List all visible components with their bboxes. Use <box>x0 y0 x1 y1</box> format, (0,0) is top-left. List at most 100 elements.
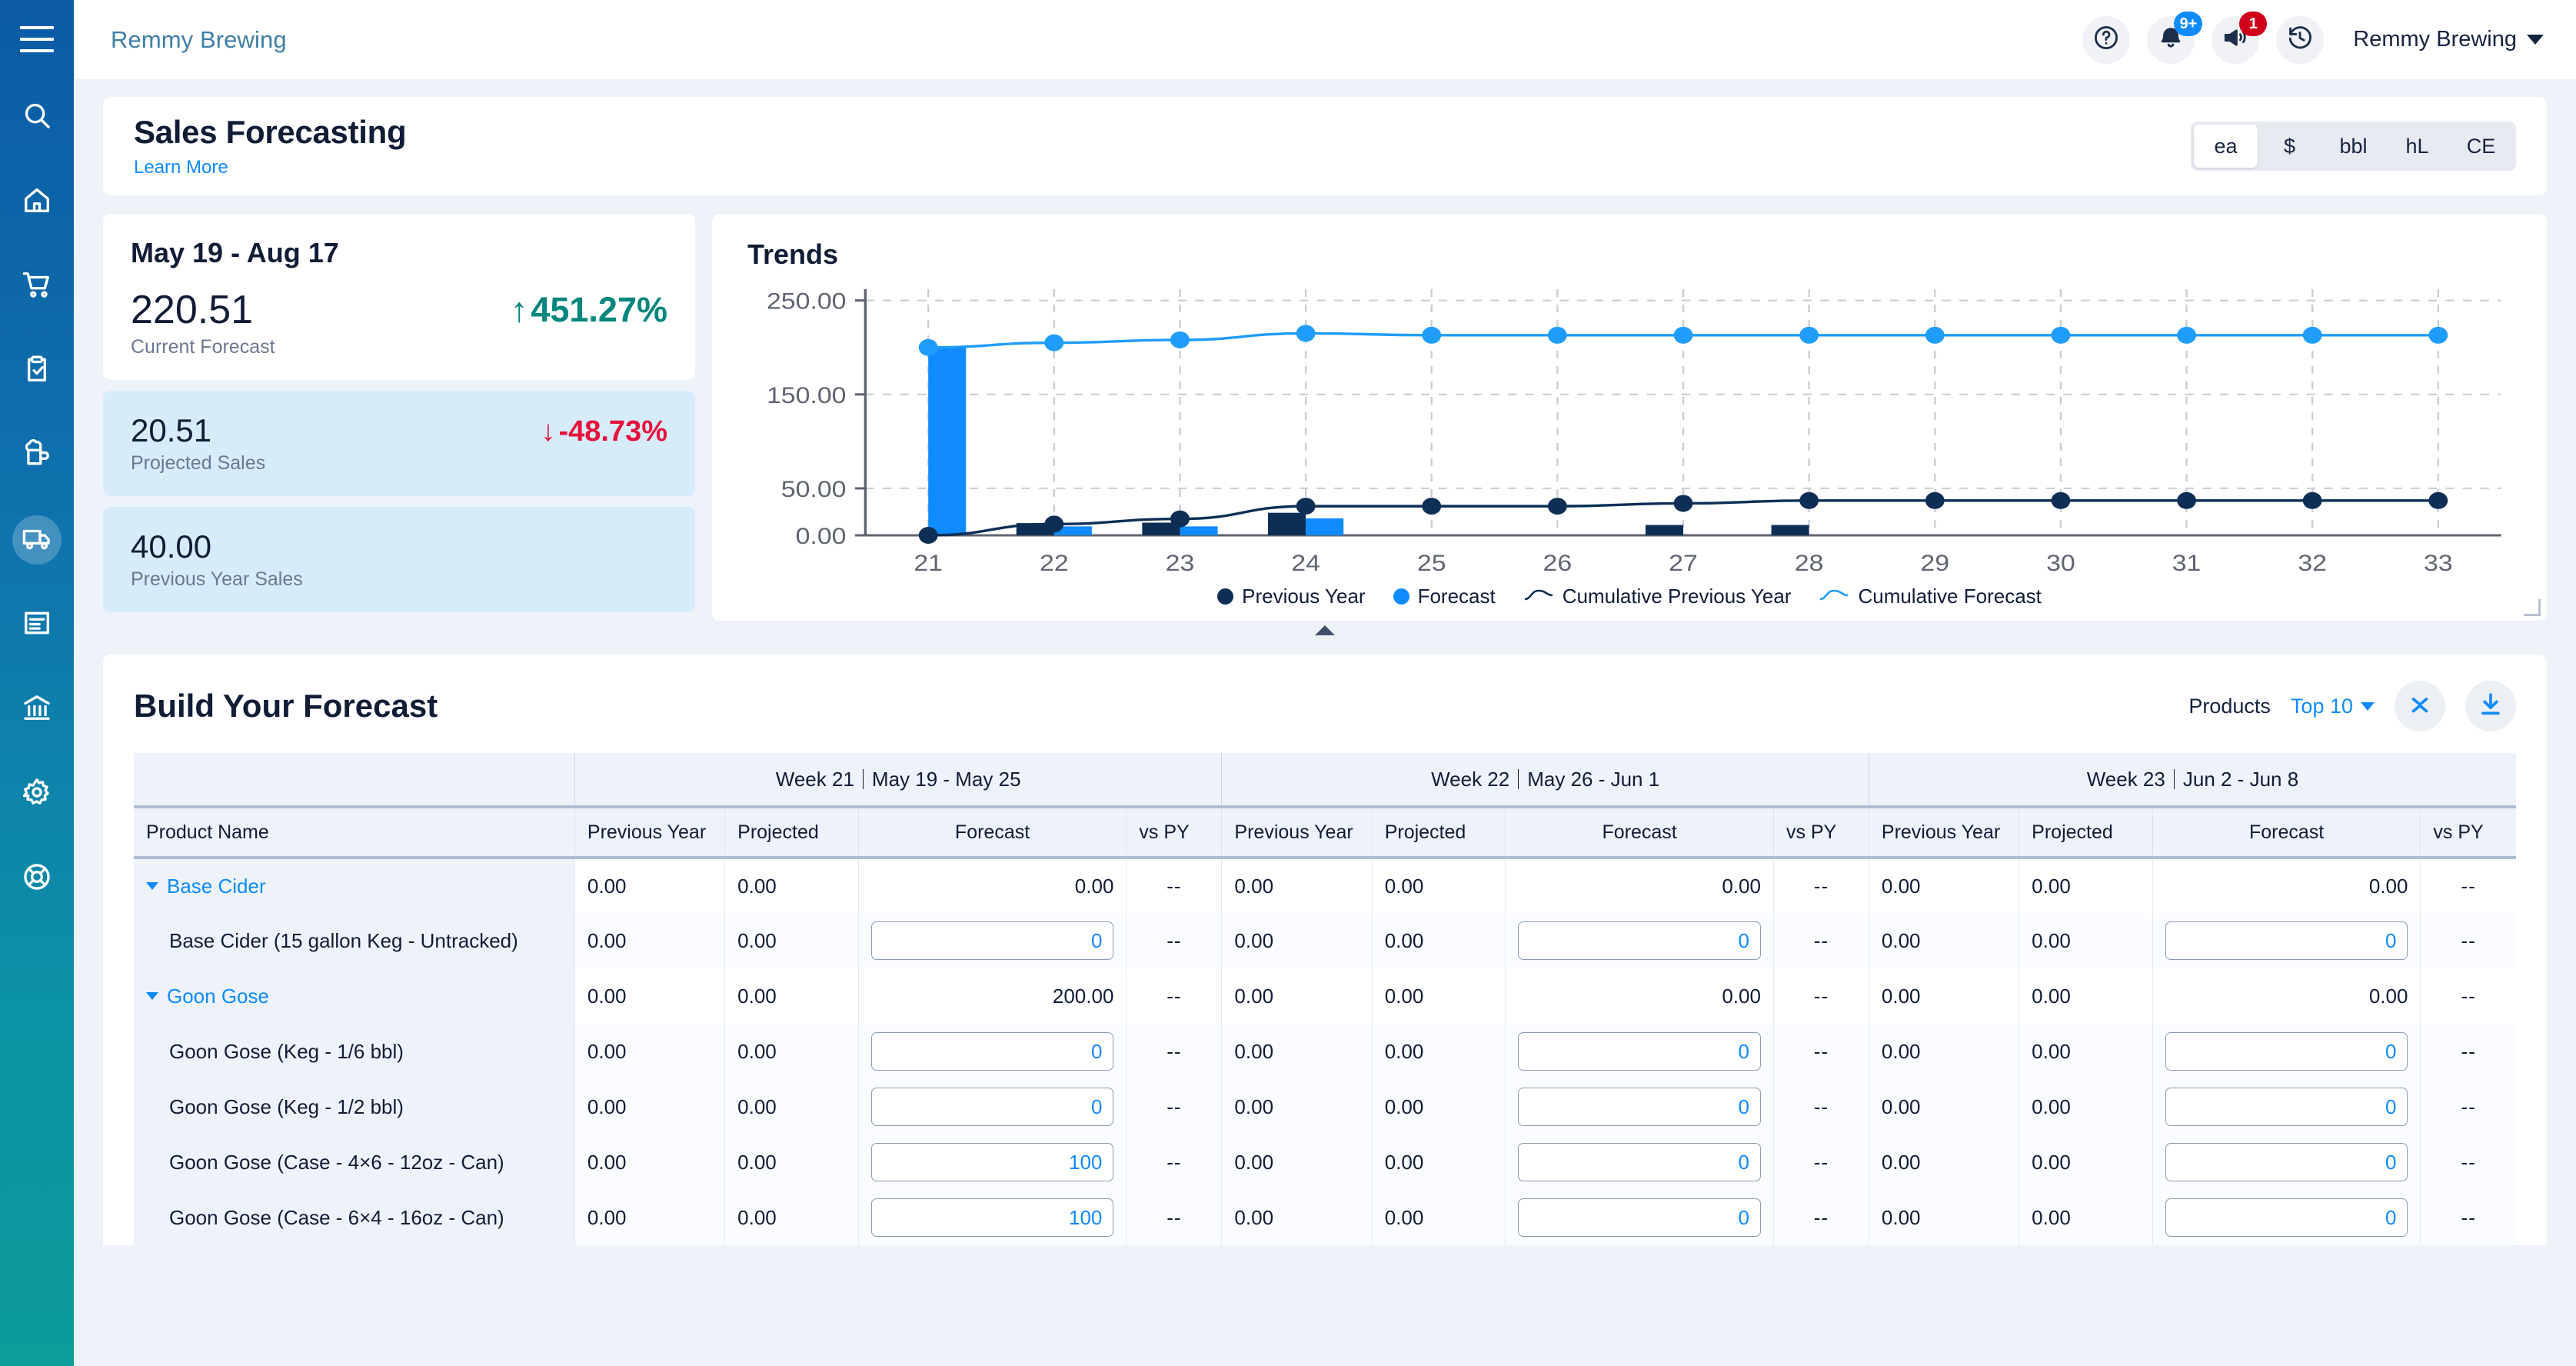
cell-w21-forecast[interactable] <box>857 913 1127 968</box>
notifications-button[interactable]: 9+ <box>2147 11 2203 64</box>
forecast-input-w23[interactable] <box>2165 1032 2408 1071</box>
collapse-rows-button[interactable] <box>2395 681 2445 731</box>
sidebar-item-reports[interactable] <box>12 600 62 649</box>
account-menu[interactable]: Remmy Brewing <box>2353 27 2544 52</box>
forecast-input-w22[interactable] <box>1518 1088 1761 1126</box>
cell-w23-forecast: 0.00 <box>2152 968 2421 1024</box>
help-button[interactable] <box>2082 15 2131 64</box>
column-w22-vs-py[interactable]: vs PY <box>1772 805 1869 859</box>
cell-w23-forecast[interactable] <box>2152 913 2421 968</box>
column-w23-forecast[interactable]: Forecast <box>2152 805 2421 859</box>
cell-w22-previous-year: 0.00 <box>1221 1024 1373 1079</box>
top-filter-dropdown[interactable]: Top 10 <box>2291 695 2375 718</box>
cell-w22-forecast[interactable] <box>1505 1024 1774 1079</box>
trends-chart-card: Trends 0.00 50.00 150.00 250.00 21 22 23 24 25 26… <box>712 214 2547 621</box>
forecast-input-w22[interactable] <box>1518 1032 1761 1071</box>
product-group-name[interactable]: Goon Gose <box>134 968 575 1024</box>
forecast-input-w21[interactable] <box>870 1198 1114 1237</box>
sidebar-item-tasks[interactable] <box>12 346 62 395</box>
cell-w23-projected: 0.00 <box>2019 1190 2153 1245</box>
cell-w21-forecast[interactable] <box>857 1134 1127 1190</box>
column-w22-projected[interactable]: Projected <box>1371 805 1506 859</box>
legend-label-cumulative-previous-year: Cumulative Previous Year <box>1562 585 1792 608</box>
cell-w21-forecast[interactable] <box>857 1024 1127 1079</box>
column-w21-previous-year[interactable]: Previous Year <box>574 805 725 859</box>
cell-w23-forecast[interactable] <box>2152 1134 2421 1190</box>
learn-more-link[interactable]: Learn More <box>134 157 406 178</box>
column-w22-previous-year[interactable]: Previous Year <box>1221 805 1373 859</box>
forecast-input-w23[interactable] <box>2165 921 2408 960</box>
forecast-input-w23[interactable] <box>2165 1198 2408 1237</box>
cell-w23-previous-year: 0.00 <box>1868 968 2019 1024</box>
download-button[interactable] <box>2465 681 2516 731</box>
cell-w23-forecast[interactable] <box>2152 1079 2421 1134</box>
column-w22-forecast[interactable]: Forecast <box>1505 805 1774 859</box>
sidebar-item-orders[interactable] <box>12 262 62 311</box>
history-button[interactable] <box>2276 15 2325 64</box>
announcements-button[interactable]: 1 <box>2212 11 2268 64</box>
forecast-input-w22[interactable] <box>1518 1198 1761 1237</box>
chart-resize-handle[interactable] <box>2524 599 2541 616</box>
forecast-input-w21[interactable] <box>870 1088 1114 1126</box>
column-w21-vs-py[interactable]: vs PY <box>1126 805 1222 859</box>
cell-w22-previous-year: 0.00 <box>1221 1134 1373 1190</box>
column-w21-projected[interactable]: Projected <box>724 805 859 859</box>
question-circle-icon <box>2093 25 2119 55</box>
sidebar-item-settings[interactable] <box>12 769 62 818</box>
svg-text:22: 22 <box>1040 550 1069 576</box>
legend-cumulative-previous-year[interactable]: Cumulative Previous Year <box>1523 585 1792 608</box>
cell-w23-projected: 0.00 <box>2019 858 2153 913</box>
svg-text:21: 21 <box>914 550 943 576</box>
product-group-name[interactable]: Base Cider <box>134 858 575 913</box>
cell-w21-forecast[interactable] <box>857 1190 1127 1245</box>
forecast-input-w21[interactable] <box>870 1032 1114 1071</box>
forecast-input-w23[interactable] <box>2165 1088 2408 1126</box>
cell-w23-forecast[interactable] <box>2152 1024 2421 1079</box>
forecast-input-w22[interactable] <box>1518 1143 1761 1181</box>
cell-w21-vs-py: -- <box>1126 1024 1222 1079</box>
cell-w23-previous-year: 0.00 <box>1868 1134 2019 1190</box>
chart-legend: Previous Year Forecast Cumulative Previo… <box>735 585 2524 608</box>
legend-cumulative-forecast[interactable]: Cumulative Forecast <box>1819 585 2042 608</box>
cell-w23-forecast[interactable] <box>2152 1190 2421 1245</box>
product-variant-name: Goon Gose (Case - 6×4 - 16oz - Can) <box>134 1190 575 1245</box>
legend-forecast[interactable]: Forecast <box>1393 585 1496 608</box>
collapse-chevron-up-icon[interactable] <box>1315 625 1335 635</box>
search-icon <box>22 101 52 134</box>
week-21-label: Week 21 <box>775 767 854 791</box>
product-variant-label: Base Cider (15 gallon Keg - Untracked) <box>169 928 518 952</box>
cell-w22-forecast[interactable] <box>1505 1190 1774 1245</box>
unit-option-ce[interactable]: CE <box>2449 125 2513 168</box>
cell-w22-previous-year: 0.00 <box>1221 1079 1373 1134</box>
unit-option-dollar[interactable]: $ <box>2258 125 2321 168</box>
unit-option-bbl[interactable]: bbl <box>2321 125 2385 168</box>
forecast-input-w23[interactable] <box>2165 1143 2408 1181</box>
cell-w22-vs-py: -- <box>1772 1134 1869 1190</box>
sidebar-item-accounting[interactable] <box>12 685 62 734</box>
sidebar-item-home[interactable] <box>12 177 62 226</box>
forecast-input-w21[interactable] <box>870 1143 1114 1181</box>
svg-text:32: 32 <box>2298 550 2327 576</box>
column-w23-vs-py[interactable]: vs PY <box>2420 805 2516 859</box>
unit-option-hl[interactable]: hL <box>2385 125 2449 168</box>
legend-previous-year[interactable]: Previous Year <box>1217 585 1366 608</box>
column-w23-projected[interactable]: Projected <box>2019 805 2153 859</box>
product-group-label: Base Cider <box>167 874 266 898</box>
unit-option-ea[interactable]: ea <box>2194 125 2258 168</box>
legend-label-cumulative-forecast: Cumulative Forecast <box>1858 585 2042 608</box>
forecast-input-w21[interactable] <box>870 921 1114 960</box>
hamburger-icon[interactable] <box>20 26 54 52</box>
sidebar-item-support[interactable] <box>12 854 62 903</box>
cell-w22-forecast[interactable] <box>1505 1134 1774 1190</box>
cell-w22-forecast[interactable] <box>1505 913 1774 968</box>
forecast-input-w22[interactable] <box>1518 921 1761 960</box>
column-w21-forecast[interactable]: Forecast <box>857 805 1127 859</box>
cell-w21-forecast[interactable] <box>857 1079 1127 1134</box>
sidebar-item-brewing[interactable] <box>12 431 62 480</box>
page-header-text: Sales Forecasting Learn More <box>134 114 407 178</box>
sidebar-item-search[interactable] <box>12 92 62 142</box>
cell-w22-forecast[interactable] <box>1505 1079 1774 1134</box>
sidebar-item-distribution[interactable] <box>12 515 62 565</box>
column-product-name[interactable]: Product Name <box>134 805 575 859</box>
column-w23-previous-year[interactable]: Previous Year <box>1868 805 2019 859</box>
